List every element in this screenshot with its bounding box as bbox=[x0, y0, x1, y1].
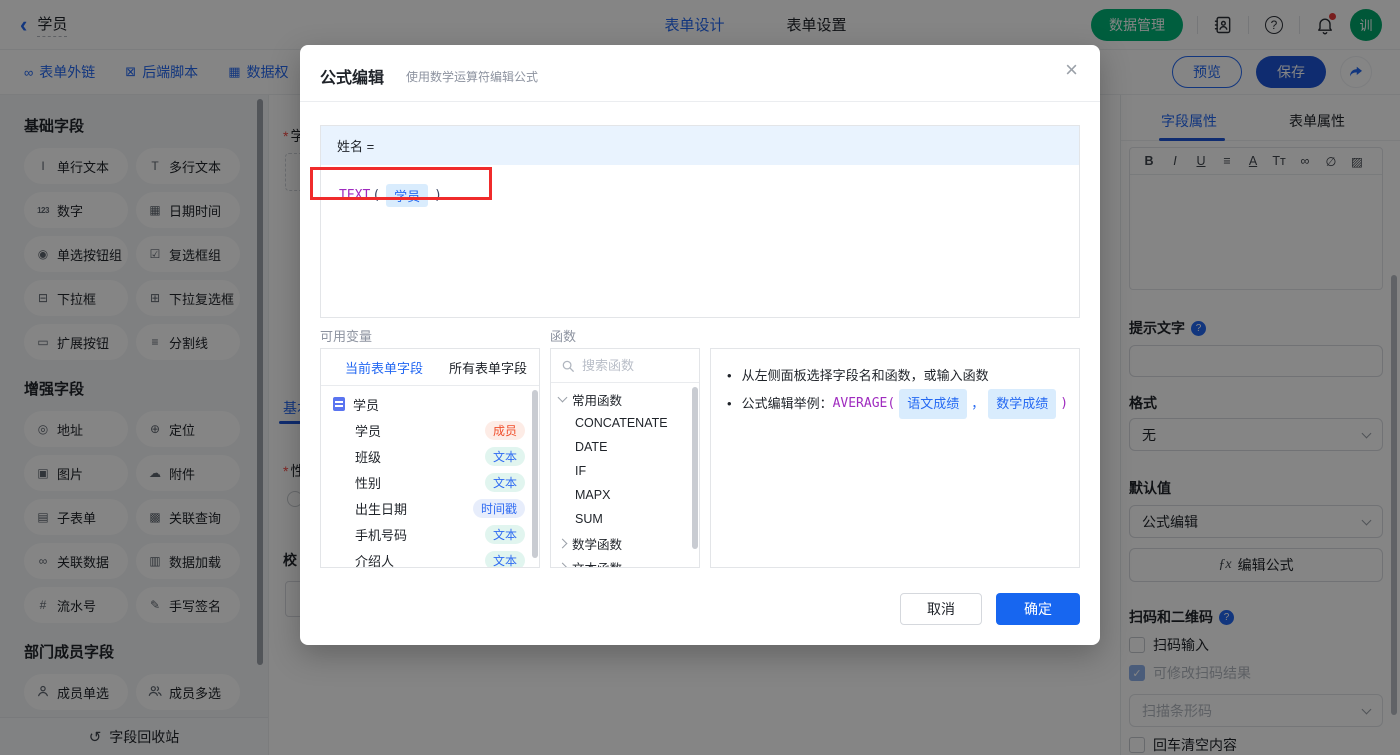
variable-type-tag: 文本 bbox=[484, 446, 525, 466]
function-item-CONCATENATE[interactable]: CONCATENATE bbox=[551, 411, 699, 435]
variable-name: 出生日期 bbox=[355, 501, 408, 517]
form-doc-icon bbox=[333, 397, 345, 411]
cancel-button[interactable]: 取消 bbox=[900, 593, 982, 625]
variable-name: 介绍人 bbox=[355, 553, 395, 568]
function-label: DATE bbox=[575, 440, 608, 454]
bullet: • bbox=[727, 396, 732, 411]
function-item-DATE[interactable]: DATE bbox=[551, 435, 699, 459]
function-item-IF[interactable]: IF bbox=[551, 459, 699, 483]
example-field-chip: 数学成绩 bbox=[988, 389, 1057, 419]
variable-name: 手机号码 bbox=[355, 527, 408, 543]
modal-title: 公式编辑 bbox=[320, 70, 385, 87]
variables-panel: 当前表单字段 所有表单字段 学员 学员 成员 班级 文本 性别 文本 出生日期 时间戳 手机号码… bbox=[320, 348, 540, 568]
variable-type-tag: 文本 bbox=[484, 472, 525, 492]
variable-row-手机号码[interactable]: 手机号码 文本 bbox=[321, 521, 539, 547]
chevron-down-icon bbox=[557, 392, 568, 403]
formula-editor[interactable]: 姓名 = TEXT ( 学员 ) bbox=[320, 125, 1080, 318]
variable-name: 性别 bbox=[355, 475, 382, 491]
function-label: MAPX bbox=[575, 488, 611, 502]
tip-line-1: • 公式编辑举例： AVERAGE(语文成绩，数学成绩) bbox=[727, 389, 1068, 419]
example-field-chip: 语文成绩 bbox=[899, 389, 968, 419]
variable-row-学员[interactable]: 学员 成员 bbox=[321, 417, 539, 443]
variable-type-tag: 文本 bbox=[484, 524, 525, 544]
tip-prefix: 公式编辑举例： bbox=[741, 396, 833, 411]
functions-label: 函数 bbox=[550, 329, 577, 344]
confirm-button[interactable]: 确定 bbox=[996, 593, 1080, 625]
formula-result-row: 姓名 = bbox=[321, 126, 1079, 165]
chevron-right-icon bbox=[557, 538, 568, 548]
chevron-right-icon bbox=[557, 562, 568, 567]
variable-row-班级[interactable]: 班级 文本 bbox=[321, 443, 539, 469]
modal-header: 公式编辑 使用数学运算符编辑公式 × bbox=[300, 45, 1100, 102]
function-label: CONCATENATE bbox=[575, 416, 668, 430]
function-label: 文本函数 bbox=[572, 558, 622, 568]
function-label: SUM bbox=[575, 512, 603, 526]
search-input[interactable] bbox=[582, 358, 682, 373]
function-group-文本函数[interactable]: 文本函数 bbox=[551, 555, 699, 568]
variable-row-出生日期[interactable]: 出生日期 时间戳 bbox=[321, 495, 539, 521]
variable-name: 学员 bbox=[355, 423, 382, 439]
functions-scrollbar[interactable] bbox=[692, 387, 698, 549]
function-item-SUM[interactable]: SUM bbox=[551, 507, 699, 531]
variable-type-tag: 文本 bbox=[484, 550, 525, 567]
function-label: 数学函数 bbox=[572, 537, 623, 552]
variable-row-性别[interactable]: 性别 文本 bbox=[321, 469, 539, 495]
tips-panel: • 从左侧面板选择字段名和函数，或输入函数 • 公式编辑举例： AVERAGE(语文成… bbox=[710, 348, 1080, 568]
paren-close: ) bbox=[1060, 396, 1069, 411]
tree-root-label: 学员 bbox=[353, 397, 380, 413]
variable-type-tag: 成员 bbox=[484, 420, 525, 440]
close-icon[interactable]: × bbox=[1065, 59, 1078, 81]
formula-edit-modal: 公式编辑 使用数学运算符编辑公式 × 姓名 = TEXT ( 学员 ) 可用变量… bbox=[300, 45, 1100, 645]
modal-subtitle: 使用数学运算符编辑公式 bbox=[406, 70, 539, 84]
variable-name: 班级 bbox=[355, 449, 382, 465]
tip-text: 从左侧面板选择字段名和函数，或输入函数 bbox=[741, 368, 989, 383]
comma: ， bbox=[971, 396, 985, 411]
tab-all-form-fields[interactable]: 所有表单字段 bbox=[449, 358, 527, 377]
search-icon bbox=[562, 360, 574, 372]
function-group-数学函数[interactable]: 数学函数 bbox=[551, 531, 699, 555]
annotation-red-rectangle bbox=[310, 167, 492, 200]
variable-type-tag: 时间戳 bbox=[472, 498, 525, 518]
function-item-MAPX[interactable]: MAPX bbox=[551, 483, 699, 507]
tab-current-form-fields[interactable]: 当前表单字段 bbox=[345, 358, 423, 377]
functions-panel: 常用函数 CONCATENATE DATE IF MAPX SUM 数学函数文本函数 bbox=[550, 348, 700, 568]
function-label: 常用函数 bbox=[572, 393, 623, 408]
bullet: • bbox=[727, 368, 732, 383]
variable-row-介绍人[interactable]: 介绍人 文本 bbox=[321, 547, 539, 568]
function-search bbox=[551, 349, 699, 383]
tip-line-0: • 从左侧面板选择字段名和函数，或输入函数 bbox=[727, 363, 1063, 389]
variables-tabs: 当前表单字段 所有表单字段 bbox=[321, 349, 539, 386]
example-function: AVERAGE( bbox=[832, 396, 896, 411]
function-label: IF bbox=[575, 464, 587, 478]
tree-root-row[interactable]: 学员 bbox=[321, 391, 539, 417]
function-group-常用函数[interactable]: 常用函数 bbox=[551, 387, 699, 411]
form-designer-page: ‹ 学员 表单设计 表单设置 数据管理 ? 训 ∞ 表单外链 ⊠ 后端脚本 ▦ … bbox=[0, 0, 1400, 755]
variables-label: 可用变量 bbox=[320, 329, 373, 344]
variables-scrollbar[interactable] bbox=[532, 390, 538, 558]
